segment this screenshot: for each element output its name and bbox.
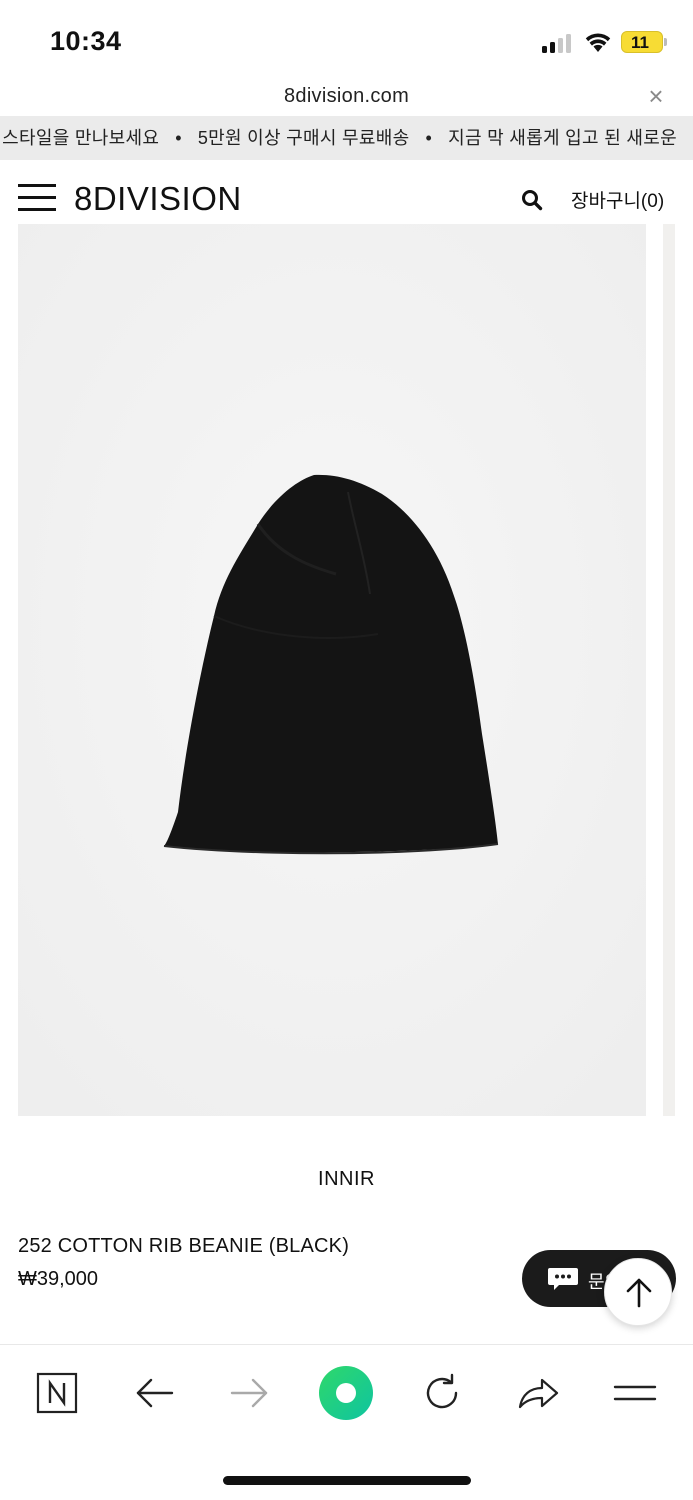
marquee-item: 지금 막 새롭게 입고 된 새로운 — [448, 128, 677, 148]
site-header: 8DIVISION 장바구니(0) — [0, 162, 693, 224]
marquee-separator: • — [175, 128, 182, 148]
search-icon[interactable] — [521, 189, 543, 211]
cart-link[interactable]: 장바구니(0) — [571, 186, 664, 213]
back-arrow-icon[interactable] — [130, 1369, 178, 1417]
product-price: ₩39,000 — [18, 1268, 99, 1290]
product-image[interactable] — [18, 224, 646, 1116]
product-name: 252 COTTON RIB BEANIE (BLACK) — [18, 1235, 350, 1257]
url-text[interactable]: 8division.com — [0, 85, 693, 108]
status-bar: 10:34 11 — [0, 0, 693, 80]
chat-bubble-icon — [548, 1268, 578, 1290]
site-logo[interactable]: 8DIVISION — [74, 180, 242, 218]
hamburger-icon[interactable] — [18, 184, 56, 212]
battery-cap — [664, 38, 667, 46]
beanie-photo — [18, 224, 646, 1116]
announcement-marquee: 트 스타일을 만나보세요 • 5만원 이상 구매시 무료배송 • 지금 막 새롭게 입고… — [0, 116, 693, 160]
wifi-icon — [585, 33, 611, 52]
home-indicator — [223, 1476, 471, 1485]
status-time: 10:34 — [50, 26, 122, 56]
marquee-item: 트 스타일을 만나보세요 — [0, 128, 160, 148]
close-icon[interactable]: × — [644, 83, 668, 109]
arrow-up-icon — [626, 1278, 652, 1308]
product-brand[interactable]: INNIR — [0, 1168, 693, 1191]
cellular-signal-icon — [542, 33, 574, 53]
reload-icon[interactable] — [418, 1369, 466, 1417]
share-icon[interactable] — [514, 1369, 562, 1417]
next-image-peek[interactable] — [663, 224, 675, 1116]
battery-icon: 11 — [621, 31, 663, 53]
marquee-item: 5만원 이상 구매시 무료배송 — [197, 128, 410, 148]
naver-home-icon[interactable] — [33, 1369, 81, 1417]
forward-arrow-icon[interactable] — [226, 1369, 274, 1417]
marquee-track: 트 스타일을 만나보세요 • 5만원 이상 구매시 무료배송 • 지금 막 새롭게 입고… — [0, 116, 677, 160]
battery-level: 11 — [631, 33, 649, 52]
address-bar[interactable]: 8division.com × — [0, 80, 693, 114]
menu-lines-icon[interactable] — [611, 1369, 659, 1417]
marquee-separator: • — [425, 128, 433, 148]
green-dot-icon[interactable] — [318, 1365, 374, 1421]
scroll-to-top-button[interactable] — [604, 1258, 672, 1326]
